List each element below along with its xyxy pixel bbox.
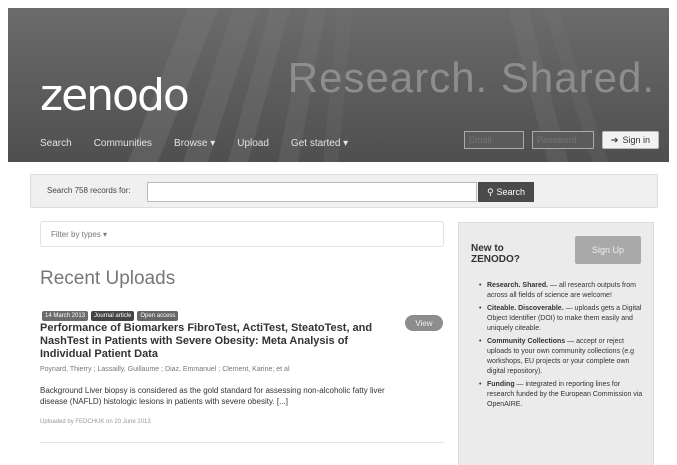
- feature-heading: Research. Shared.: [487, 282, 549, 289]
- filter-label-wrap: Filter by types ▾: [51, 230, 107, 239]
- site-tagline: Research. Shared.: [287, 54, 655, 101]
- feature-item: Citeable. Discoverable. — uploads gets a…: [479, 304, 647, 334]
- feature-item: Funding — integrated in reporting lines …: [479, 380, 647, 410]
- search-icon: ⚲: [486, 186, 494, 197]
- search-button[interactable]: ⚲ Search: [478, 182, 534, 202]
- feature-item: Community Collections — accept or reject…: [479, 337, 647, 377]
- nav-communities[interactable]: Communities: [94, 138, 152, 149]
- sign-up-button[interactable]: Sign Up: [575, 236, 641, 264]
- search-button-label: Search: [496, 187, 526, 197]
- search-label: Search 758 records for:: [47, 186, 131, 195]
- feature-heading: Funding: [487, 381, 515, 388]
- recent-uploads-heading: Recent Uploads: [40, 268, 176, 289]
- nav-browse[interactable]: Browse ▾: [174, 138, 215, 149]
- zenodo-logo[interactable]: zenodo: [40, 70, 190, 121]
- access-badge: Open access: [137, 311, 179, 321]
- nav-get-started-label: Get started: [290, 138, 341, 149]
- main-nav: Search Communities Browse ▾ Upload Get s…: [40, 138, 348, 149]
- record-abstract: Background Liver biopsy is considered as…: [40, 386, 385, 406]
- search-input[interactable]: [147, 182, 477, 202]
- record-uploaded-by: Uploaded by FEDCHUK on 20 June 2013: [40, 419, 151, 425]
- date-badge: 14 March 2013: [42, 311, 89, 321]
- record-badges: 14 March 2013 Journal article Open acces…: [42, 311, 179, 321]
- view-button[interactable]: View: [405, 315, 443, 331]
- sidebar-title: New to ZENODO?: [471, 243, 520, 265]
- nav-search[interactable]: Search: [40, 138, 72, 149]
- caret-down-icon: ▾: [210, 138, 216, 149]
- caret-down-icon: ▾: [343, 138, 349, 149]
- email-field[interactable]: [463, 131, 524, 149]
- nav-browse-label: Browse: [174, 138, 208, 149]
- sign-in-button[interactable]: ➔ Sign in: [601, 131, 659, 149]
- sign-in-icon: ➔: [610, 134, 619, 145]
- nav-get-started[interactable]: Get started ▾: [291, 138, 348, 149]
- nav-upload[interactable]: Upload: [237, 138, 269, 149]
- feature-item: Research. Shared. — all research outputs…: [479, 281, 647, 301]
- filter-label: Filter by types: [51, 230, 101, 239]
- divider: [40, 442, 444, 443]
- search-bar: Search 758 records for: ⚲ Search: [30, 174, 658, 208]
- password-field[interactable]: [531, 131, 594, 149]
- type-badge[interactable]: Journal article: [91, 311, 135, 321]
- sign-in-label: Sign in: [622, 135, 650, 145]
- record-title[interactable]: Performance of Biomarkers FibroTest, Act…: [40, 322, 400, 361]
- filter-by-types-dropdown[interactable]: Filter by types ▾: [40, 221, 444, 247]
- record-authors: Poynard, Thierry ; Lassailly, Guillaume …: [40, 366, 290, 373]
- feature-heading: Community Collections: [487, 338, 566, 345]
- new-to-zenodo-panel: New to ZENODO? Sign Up Research. Shared.…: [458, 222, 654, 465]
- feature-list: Research. Shared. — all research outputs…: [479, 281, 647, 413]
- login-form: ➔ Sign in: [463, 131, 659, 149]
- caret-down-icon: ▾: [103, 230, 108, 239]
- feature-heading: Citeable. Discoverable.: [487, 305, 564, 312]
